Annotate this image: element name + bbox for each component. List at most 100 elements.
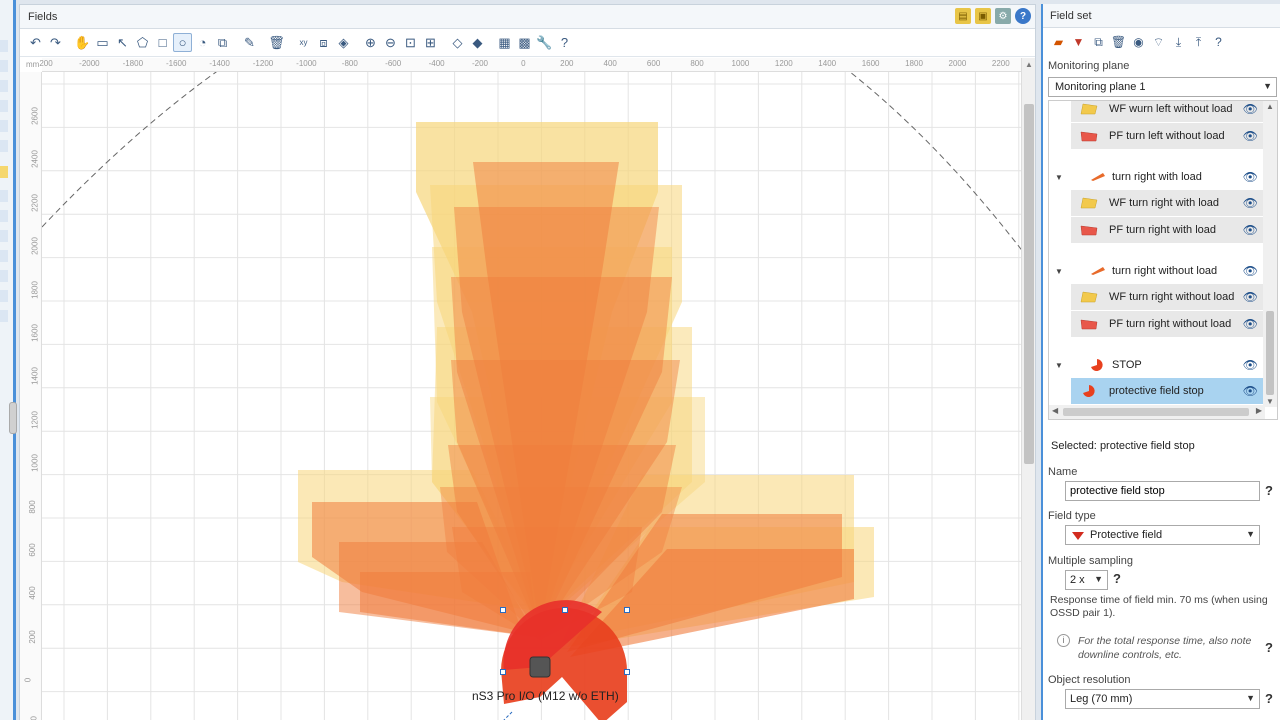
eye-icon[interactable]: 👁: [1243, 102, 1258, 116]
tree-group[interactable]: ▼ turn right with load 👁: [1049, 164, 1264, 190]
select-arrow-icon[interactable]: ↖: [113, 33, 132, 52]
help-icon[interactable]: ?: [1015, 8, 1031, 24]
grid-icon[interactable]: ▩: [515, 33, 534, 52]
comment-icon[interactable]: ▣: [975, 8, 991, 24]
import-icon[interactable]: ⤓: [1169, 33, 1188, 52]
tree-item[interactable]: WF turn right without load 👁: [1071, 284, 1264, 310]
selected-info: Selected: protective field stop: [1051, 440, 1195, 452]
left-strip-tab[interactable]: [0, 120, 8, 132]
canvas-vertical-scrollbar[interactable]: ▲: [1021, 58, 1035, 720]
eye-icon[interactable]: 👁: [1243, 264, 1258, 278]
name-input[interactable]: [1065, 481, 1260, 501]
tree-item-label: PF turn left without load: [1109, 130, 1225, 142]
tree-horizontal-scrollbar[interactable]: ◀ ▶: [1049, 405, 1265, 419]
polygon-tool-icon[interactable]: ⬠: [133, 33, 152, 52]
ruler-left: 2600 2400 2200 2000 1800 1600 1400 1200 1000 800 6…: [20, 72, 42, 720]
background-image-icon[interactable]: ▦: [495, 33, 514, 52]
contour-icon[interactable]: ◇: [448, 33, 467, 52]
help-icon[interactable]: ?: [1209, 33, 1228, 52]
tools-icon[interactable]: 🔧: [535, 33, 554, 52]
eye-icon[interactable]: 👁: [1243, 129, 1258, 143]
collapse-icon[interactable]: ▼: [1055, 361, 1063, 370]
delete-icon[interactable]: 🗑: [1109, 33, 1128, 52]
new-field-icon[interactable]: ▼: [1069, 33, 1088, 52]
left-strip-tab[interactable]: [0, 210, 8, 222]
help-icon[interactable]: ?: [1113, 571, 1121, 586]
zoom-out-icon[interactable]: ⊖: [381, 33, 400, 52]
zoom-area-icon[interactable]: ⊞: [421, 33, 440, 52]
left-strip-tab[interactable]: [0, 270, 8, 282]
left-strip-tab[interactable]: [0, 60, 8, 72]
object-resolution-select[interactable]: Leg (70 mm) ▼: [1065, 689, 1260, 709]
left-strip-tab[interactable]: [0, 190, 8, 202]
left-strip-tab[interactable]: [0, 100, 8, 112]
eye-icon[interactable]: 👁: [1243, 317, 1258, 331]
tree-group[interactable]: ▼ turn right without load 👁: [1049, 258, 1264, 284]
ruler-tick-label: 1200: [774, 59, 793, 68]
drawing-area[interactable]: nS3 Pro I/O (M12 w/o ETH): [42, 72, 1022, 720]
coordinates-icon[interactable]: xy: [294, 33, 313, 52]
undo-icon[interactable]: ↶: [26, 33, 45, 52]
field-canvas[interactable]: 200 -2000 -1800 -1600 -1400 -1200 -1000 -800 -60…: [20, 58, 1035, 720]
left-strip-tab-active[interactable]: [0, 166, 8, 178]
tree-item-label: protective field stop: [1109, 385, 1204, 397]
left-strip-tab[interactable]: [0, 310, 8, 322]
circle-tool-icon[interactable]: ○: [173, 33, 192, 52]
field-type-select[interactable]: Protective field ▼: [1065, 525, 1260, 545]
help-icon[interactable]: ?: [1265, 691, 1273, 706]
panel-splitter-handle[interactable]: [9, 402, 17, 434]
redo-icon[interactable]: ↷: [46, 33, 65, 52]
edit-points-icon[interactable]: ✎: [240, 33, 259, 52]
zoom-fit-icon[interactable]: ⊡: [401, 33, 420, 52]
pan-hand-icon[interactable]: ✋: [73, 33, 92, 52]
help-icon[interactable]: ?: [1265, 640, 1273, 655]
help-icon[interactable]: ?: [1265, 483, 1273, 498]
tree-item[interactable]: WF wurn left without load 👁: [1071, 101, 1264, 122]
fill-icon[interactable]: ◈: [334, 33, 353, 52]
collapse-icon[interactable]: ▼: [1055, 267, 1063, 276]
copy-icon[interactable]: ⧉: [1089, 33, 1108, 52]
layer-tool-icon[interactable]: ⧉: [213, 33, 232, 52]
rectangle-tool-icon[interactable]: □: [153, 33, 172, 52]
draw-band-icon[interactable]: ▭: [93, 33, 112, 52]
delete-icon[interactable]: 🗑: [267, 33, 286, 52]
tree-hscroll-thumb[interactable]: [1063, 408, 1249, 416]
left-strip-tab[interactable]: [0, 290, 8, 302]
tree-group[interactable]: ▼ STOP 👁: [1049, 352, 1264, 378]
collapse-icon[interactable]: ▼: [1055, 173, 1063, 182]
eye-icon[interactable]: 👁: [1243, 223, 1258, 237]
protective-field[interactable]: [360, 572, 537, 637]
tree-item[interactable]: PF turn right with load 👁: [1071, 217, 1264, 243]
field-drawing[interactable]: [42, 72, 1022, 720]
tree-item[interactable]: PF turn right without load 👁: [1071, 311, 1264, 337]
new-field-set-icon[interactable]: ▰: [1049, 33, 1068, 52]
tree-item[interactable]: protective field stop 👁: [1071, 378, 1264, 404]
mirror-icon[interactable]: ◆: [468, 33, 487, 52]
export-icon[interactable]: ⤒: [1189, 33, 1208, 52]
zoom-in-icon[interactable]: ⊕: [361, 33, 380, 52]
left-strip-tab[interactable]: [0, 230, 8, 242]
eye-icon[interactable]: 👁: [1243, 290, 1258, 304]
eye-icon[interactable]: 👁: [1243, 196, 1258, 210]
left-strip-tab[interactable]: [0, 40, 8, 52]
eye-icon[interactable]: 👁: [1243, 384, 1258, 398]
left-strip-tab[interactable]: [0, 80, 8, 92]
tree-item[interactable]: WF turn right with load 👁: [1071, 190, 1264, 216]
eye-icon[interactable]: 👁: [1243, 358, 1258, 372]
left-strip-tab[interactable]: [0, 140, 8, 152]
monitoring-icon[interactable]: ⌔: [1149, 33, 1168, 52]
sector-tool-icon[interactable]: ◔: [193, 33, 212, 52]
eye-icon[interactable]: 👁: [1243, 170, 1258, 184]
multiple-sampling-select[interactable]: 2 x ▼: [1065, 570, 1108, 590]
arrange-icon[interactable]: ⧈: [314, 33, 333, 52]
help-icon[interactable]: ?: [555, 33, 574, 52]
settings-icon[interactable]: ⚙: [995, 8, 1011, 24]
tree-scroll-thumb[interactable]: [1266, 311, 1274, 395]
tree-vertical-scrollbar[interactable]: ▲ ▼: [1263, 101, 1277, 407]
tree-item[interactable]: PF turn left without load 👁: [1071, 123, 1264, 149]
note-icon[interactable]: ▤: [955, 8, 971, 24]
left-strip-tab[interactable]: [0, 250, 8, 262]
canvas-scroll-thumb[interactable]: [1024, 104, 1034, 464]
monitoring-plane-select[interactable]: Monitoring plane 1 ▼: [1048, 77, 1277, 97]
visibility-icon[interactable]: ◉: [1129, 33, 1148, 52]
